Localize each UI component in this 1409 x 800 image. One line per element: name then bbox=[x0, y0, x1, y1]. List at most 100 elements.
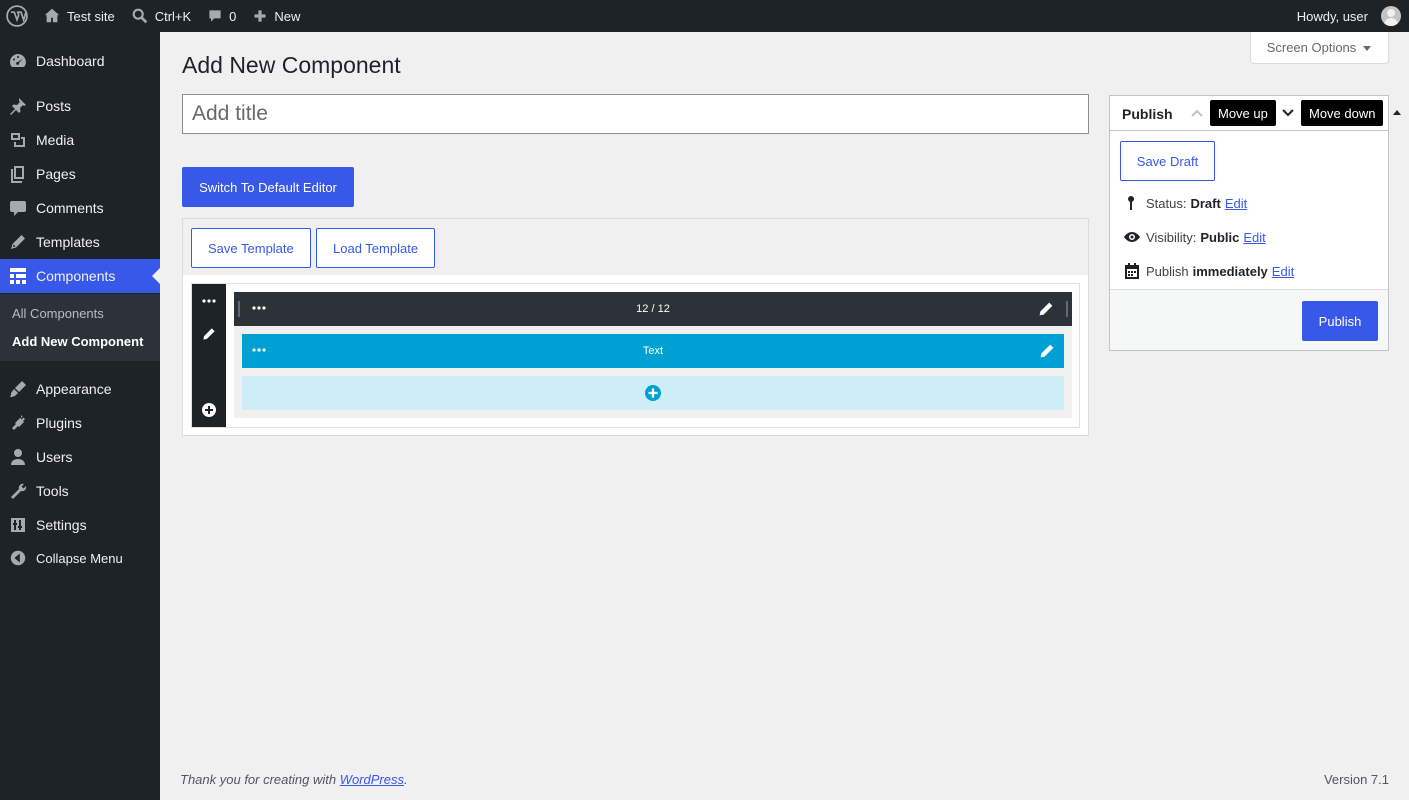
dashboard-icon bbox=[0, 51, 36, 71]
sidebar-item-plugins[interactable]: Plugins bbox=[0, 406, 160, 440]
user-icon bbox=[0, 447, 36, 467]
comments-count: 0 bbox=[229, 8, 237, 24]
sidebar-item-components[interactable]: Components bbox=[0, 259, 160, 293]
publish-actions: Publish bbox=[1110, 289, 1388, 350]
block-label: Text bbox=[642, 345, 664, 357]
screen-options-label: Screen Options bbox=[1266, 40, 1357, 55]
post-title-input[interactable] bbox=[182, 94, 1089, 134]
text-block[interactable]: Text bbox=[242, 334, 1064, 368]
sidebar-item-dashboard[interactable]: Dashboard bbox=[0, 44, 160, 78]
load-template-button[interactable]: Load Template bbox=[316, 228, 436, 268]
sidebar-item-comments[interactable]: Comments bbox=[0, 191, 160, 225]
screen-options-toggle[interactable]: Screen Options bbox=[1250, 32, 1389, 64]
row-column-ratio: 12 / 12 bbox=[636, 303, 670, 315]
admin-bar: Test site Ctrl+K 0 New Howdy, user bbox=[0, 0, 1409, 32]
footer-thankyou: Thank you for creating with WordPress. bbox=[180, 772, 408, 787]
layout-icon bbox=[0, 266, 36, 286]
sidebar-item-label: Components bbox=[36, 268, 116, 284]
sidebar-item-label: Dashboard bbox=[36, 53, 105, 69]
admin-sidebar: Dashboard Posts Media Pages Comments Tem… bbox=[0, 32, 160, 800]
chevron-down-icon[interactable] bbox=[1281, 106, 1295, 120]
edit-status-link[interactable]: Edit bbox=[1225, 196, 1247, 211]
eye-icon bbox=[1118, 229, 1146, 245]
resize-handle-left[interactable] bbox=[238, 301, 240, 317]
plus-icon bbox=[252, 8, 268, 24]
block-edit-pencil-icon[interactable] bbox=[1039, 343, 1055, 359]
submenu-item-add-new-component[interactable]: Add New Component bbox=[12, 334, 143, 349]
avatar bbox=[1381, 6, 1401, 26]
footer-version: Version 7.1 bbox=[1323, 772, 1389, 787]
sidebar-item-label: Comments bbox=[36, 200, 104, 216]
comment-icon bbox=[207, 8, 223, 24]
site-name-link[interactable]: Test site bbox=[35, 0, 123, 32]
save-draft-button[interactable]: Save Draft bbox=[1120, 141, 1215, 181]
calendar-icon bbox=[1118, 262, 1146, 280]
edit-visibility-link[interactable]: Edit bbox=[1243, 230, 1265, 245]
post-status-row: Status: Draft Edit bbox=[1118, 193, 1247, 213]
command-palette-link[interactable]: Ctrl+K bbox=[123, 0, 199, 32]
caret-down-icon bbox=[1362, 43, 1372, 53]
footer-period: . bbox=[404, 772, 408, 787]
sidebar-item-posts[interactable]: Posts bbox=[0, 89, 160, 123]
submenu-item-all-components[interactable]: All Components bbox=[12, 306, 104, 321]
save-template-button[interactable]: Save Template bbox=[191, 228, 311, 268]
section-edit-pencil-icon[interactable] bbox=[202, 327, 216, 341]
sidebar-item-appearance[interactable]: Appearance bbox=[0, 372, 160, 406]
row-more-icon[interactable] bbox=[252, 301, 266, 315]
row-container: 12 / 12 Text bbox=[234, 292, 1072, 418]
publish-box-header: Publish Move up Move down bbox=[1110, 96, 1401, 131]
greeting: Howdy, user bbox=[1296, 8, 1368, 24]
new-content-link[interactable]: New bbox=[244, 0, 308, 32]
add-section-plus-icon[interactable] bbox=[202, 403, 216, 417]
sidebar-item-users[interactable]: Users bbox=[0, 440, 160, 474]
wordpress-logo-icon[interactable] bbox=[0, 0, 35, 32]
status-value: Draft bbox=[1190, 195, 1221, 211]
sidebar-item-label: Users bbox=[36, 449, 73, 465]
wrench-icon bbox=[0, 481, 36, 501]
sidebar-item-label: Media bbox=[36, 132, 75, 148]
row-header[interactable]: 12 / 12 bbox=[234, 292, 1072, 326]
switch-to-default-editor-button[interactable]: Switch To Default Editor bbox=[182, 167, 354, 207]
component-builder: Save Template Load Template 12 / 12 Text bbox=[182, 218, 1089, 436]
search-icon bbox=[131, 7, 149, 25]
media-icon bbox=[0, 130, 36, 150]
sidebar-item-label: Templates bbox=[36, 234, 100, 250]
toggle-panel-icon[interactable] bbox=[1392, 108, 1402, 118]
sidebar-item-settings[interactable]: Settings bbox=[0, 508, 160, 542]
chevron-up-icon[interactable] bbox=[1190, 106, 1204, 120]
wordpress-link[interactable]: WordPress bbox=[340, 772, 404, 787]
pencil-icon bbox=[0, 232, 36, 252]
sidebar-item-tools[interactable]: Tools bbox=[0, 474, 160, 508]
publish-button[interactable]: Publish bbox=[1302, 301, 1378, 341]
brush-icon bbox=[0, 379, 36, 399]
plug-icon bbox=[0, 413, 36, 433]
footer-thanks-text: Thank you for creating with bbox=[180, 772, 337, 787]
collapse-icon bbox=[0, 549, 36, 567]
new-label: New bbox=[274, 8, 301, 24]
schedule-value: immediately bbox=[1192, 263, 1268, 279]
sidebar-item-media[interactable]: Media bbox=[0, 123, 160, 157]
builder-toolbar: Save Template Load Template bbox=[183, 219, 1088, 275]
page-title: Add New Component bbox=[182, 52, 401, 78]
row-edit-pencil-icon[interactable] bbox=[1038, 301, 1054, 317]
collapse-menu-button[interactable]: Collapse Menu bbox=[0, 541, 160, 575]
sidebar-item-label: Tools bbox=[36, 483, 69, 499]
add-block-area[interactable] bbox=[242, 376, 1064, 410]
visibility-row: Visibility: Public Edit bbox=[1118, 227, 1266, 247]
schedule-label: Publish bbox=[1146, 263, 1189, 279]
visibility-value: Public bbox=[1200, 229, 1240, 245]
edit-schedule-link[interactable]: Edit bbox=[1272, 264, 1294, 279]
sidebar-item-templates[interactable]: Templates bbox=[0, 225, 160, 259]
components-submenu: All Components Add New Component bbox=[0, 294, 160, 361]
sidebar-item-pages[interactable]: Pages bbox=[0, 157, 160, 191]
section-more-icon[interactable] bbox=[202, 294, 216, 308]
comments-link[interactable]: 0 bbox=[199, 0, 244, 32]
publish-box-title: Publish bbox=[1122, 106, 1173, 122]
resize-handle-right[interactable] bbox=[1066, 301, 1068, 317]
publish-schedule-row: Publish immediately Edit bbox=[1118, 261, 1294, 281]
search-shortcut: Ctrl+K bbox=[154, 8, 192, 24]
visibility-label: Visibility: bbox=[1146, 229, 1197, 245]
block-more-icon[interactable] bbox=[252, 343, 266, 357]
my-account-link[interactable]: Howdy, user bbox=[1289, 0, 1409, 32]
add-block-plus-icon[interactable] bbox=[645, 385, 661, 401]
